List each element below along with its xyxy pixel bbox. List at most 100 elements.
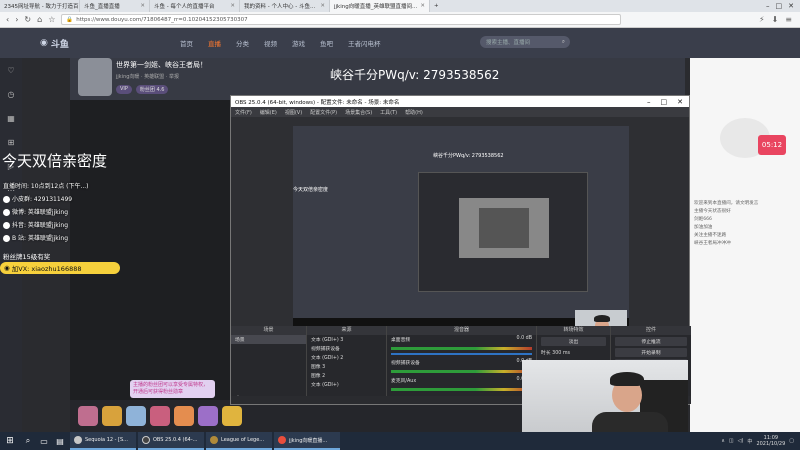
- minimize-button[interactable]: –: [647, 98, 651, 106]
- close-icon[interactable]: ✕: [137, 3, 145, 9]
- audio-meter: [391, 370, 532, 373]
- lol-icon: [210, 436, 218, 444]
- left-sidebar: ♡ ◷ ▦ ⊞ ▷ ⋯: [0, 58, 22, 432]
- taskbar-item-lol[interactable]: League of Lege...: [206, 432, 272, 450]
- reload-icon[interactable]: ↻: [24, 15, 31, 24]
- download-icon[interactable]: ⬇: [772, 15, 779, 24]
- sidebar-item-category[interactable]: ▦: [0, 106, 22, 130]
- douyu-logo[interactable]: ◉ 斗鱼: [40, 35, 110, 51]
- nav-category[interactable]: 分类: [236, 38, 249, 48]
- close-icon[interactable]: ✕: [417, 3, 425, 9]
- preview-nested-capture: 峡谷千分PWq/v: 2793538562 今天双倍亲密度: [293, 126, 629, 318]
- search-icon[interactable]: ⌕: [562, 39, 565, 46]
- gift-item[interactable]: [126, 406, 146, 426]
- overlay-wechat: ◉ 加VX: xiaozhu166888: [0, 262, 120, 274]
- taskbar-item-sequoia[interactable]: Sequoia 12 - [S...: [70, 432, 136, 450]
- nav-event[interactable]: 王者闪电杯: [348, 38, 381, 48]
- window-controls: – □ ✕: [766, 0, 800, 12]
- overlay-line: 微博: 英雄联盟jjking: [3, 207, 130, 216]
- bolt-icon[interactable]: ⚡: [759, 15, 765, 24]
- menu-edit[interactable]: 编辑(E): [260, 109, 277, 116]
- menu-file[interactable]: 文件(F): [235, 109, 252, 116]
- nav-home[interactable]: 首页: [180, 38, 193, 48]
- sidebar-item-follow[interactable]: ♡: [0, 58, 22, 82]
- gift-item[interactable]: [150, 406, 170, 426]
- chevron-up-icon[interactable]: ∧: [721, 438, 725, 444]
- vip-badge[interactable]: VIP: [116, 85, 132, 94]
- menu-tools[interactable]: 工具(T): [380, 109, 397, 116]
- start-recording-button[interactable]: 开始录制: [615, 348, 687, 357]
- lock-icon: 🔒: [66, 16, 74, 23]
- scene-item[interactable]: 场景: [231, 335, 306, 344]
- input-method[interactable]: 中: [747, 438, 752, 445]
- gift-item[interactable]: [198, 406, 218, 426]
- menu-help[interactable]: 帮助(H): [405, 109, 423, 116]
- sidebar-item-history[interactable]: ◷: [0, 82, 22, 106]
- duration-input[interactable]: 300 ms: [552, 351, 570, 356]
- sources-panel: 来源 文本 (GDI+) 3 视频捕获设备 文本 (GDI+) 2 图像 3 图…: [307, 326, 387, 404]
- tab-jjking-room[interactable]: jjking向暖直播_英雄联盟直播间... ✕: [330, 0, 430, 12]
- close-icon[interactable]: ✕: [317, 3, 325, 9]
- clock-icon: ◷: [7, 89, 15, 99]
- volume-icon[interactable]: ◁): [738, 438, 744, 444]
- close-icon[interactable]: ✕: [227, 3, 235, 9]
- streamer-avatar[interactable]: [78, 58, 112, 96]
- gift-item[interactable]: [222, 406, 242, 426]
- source-item[interactable]: 文本 (GDI+): [307, 380, 386, 389]
- obs-preview[interactable]: 峡谷千分PWq/v: 2793538562 今天双倍亲密度: [293, 126, 629, 350]
- network-icon[interactable]: ◫: [729, 438, 734, 444]
- back-icon[interactable]: ‹: [6, 15, 9, 24]
- stop-streaming-button[interactable]: 停止推流: [615, 337, 687, 346]
- transition-select[interactable]: 淡出: [541, 337, 606, 346]
- clock[interactable]: 11:09 2021/10/29: [756, 435, 785, 447]
- countdown-badge[interactable]: 05:12: [758, 135, 786, 155]
- taskbar-item-browser[interactable]: jjking向暖直播...: [274, 432, 340, 450]
- folder-icon[interactable]: ▤: [52, 437, 68, 446]
- chat-panel: 欢迎来到本直播间，请文明发言 主播今天状态很好 剑姬666 加油加油 关注主播不…: [690, 58, 800, 432]
- minimize-button[interactable]: –: [766, 2, 770, 10]
- obs-menubar: 文件(F) 编辑(E) 视图(V) 配置文件(P) 场景集合(S) 工具(T) …: [231, 107, 689, 117]
- nav-live[interactable]: 直播: [208, 38, 221, 48]
- audio-meter: [391, 388, 532, 391]
- gift-item[interactable]: [78, 406, 98, 426]
- address-bar[interactable]: 🔒 https://www.douyu.com/71806487_rr=0.10…: [61, 14, 622, 25]
- notification-icon[interactable]: ▢: [789, 438, 794, 444]
- tab-douyu-live[interactable]: 斗鱼_直播直播 ✕: [80, 0, 150, 12]
- chat-message: 剑姬666: [694, 217, 712, 222]
- start-button[interactable]: ⊞: [0, 432, 20, 450]
- maximize-button[interactable]: □: [776, 2, 783, 10]
- obs-window: OBS 25.0.4 (64-bit, windows) - 配置文件: 未命名…: [230, 95, 691, 405]
- menu-view[interactable]: 视图(V): [285, 109, 302, 116]
- nav-video[interactable]: 视频: [264, 38, 277, 48]
- gift-item[interactable]: [102, 406, 122, 426]
- close-button[interactable]: ✕: [677, 98, 683, 106]
- tab-2345[interactable]: 2345网址导航 - 致力于打造百...✕: [0, 0, 80, 12]
- menu-scene-collection[interactable]: 场景集合(S): [345, 109, 372, 116]
- source-item[interactable]: 图像 2: [307, 371, 386, 380]
- menu-icon[interactable]: ≡: [785, 15, 792, 24]
- task-view-icon[interactable]: ▭: [36, 437, 52, 446]
- nav-yuba[interactable]: 鱼吧: [320, 38, 333, 48]
- forward-icon[interactable]: ›: [15, 15, 18, 24]
- menu-profile[interactable]: 配置文件(P): [310, 109, 337, 116]
- tab-profile[interactable]: 我的资料 - 个人中心 - 斗鱼... ✕: [240, 0, 330, 12]
- new-tab-button[interactable]: +: [430, 0, 444, 12]
- volume-slider[interactable]: [391, 353, 532, 355]
- search-icon[interactable]: ⌕: [20, 436, 36, 446]
- search-input[interactable]: 搜索主播、直播间 ⌕: [480, 36, 570, 48]
- fan-badge[interactable]: 粉丝团 4.6: [135, 85, 169, 94]
- tab-douyu-home[interactable]: 斗鱼 - 每个人的直播平台 ✕: [150, 0, 240, 12]
- home-icon[interactable]: ⌂: [37, 15, 42, 24]
- source-item[interactable]: 图像 3: [307, 362, 386, 371]
- taskbar-item-obs[interactable]: OBS 25.0.4 (64-...: [138, 432, 204, 450]
- close-button[interactable]: ✕: [788, 2, 794, 10]
- maximize-button[interactable]: □: [661, 98, 668, 106]
- nav-game[interactable]: 游戏: [292, 38, 305, 48]
- windows-taskbar: ⊞ ⌕ ▭ ▤ Sequoia 12 - [S... OBS 25.0.4 (6…: [0, 432, 800, 450]
- star-icon[interactable]: ☆: [48, 15, 55, 24]
- mixer-channel-label: 桌面音频: [391, 338, 411, 343]
- source-item[interactable]: 视频捕获设备: [307, 344, 386, 353]
- source-item[interactable]: 文本 (GDI+) 2: [307, 353, 386, 362]
- gift-item[interactable]: [174, 406, 194, 426]
- source-item[interactable]: 文本 (GDI+) 3: [307, 335, 386, 344]
